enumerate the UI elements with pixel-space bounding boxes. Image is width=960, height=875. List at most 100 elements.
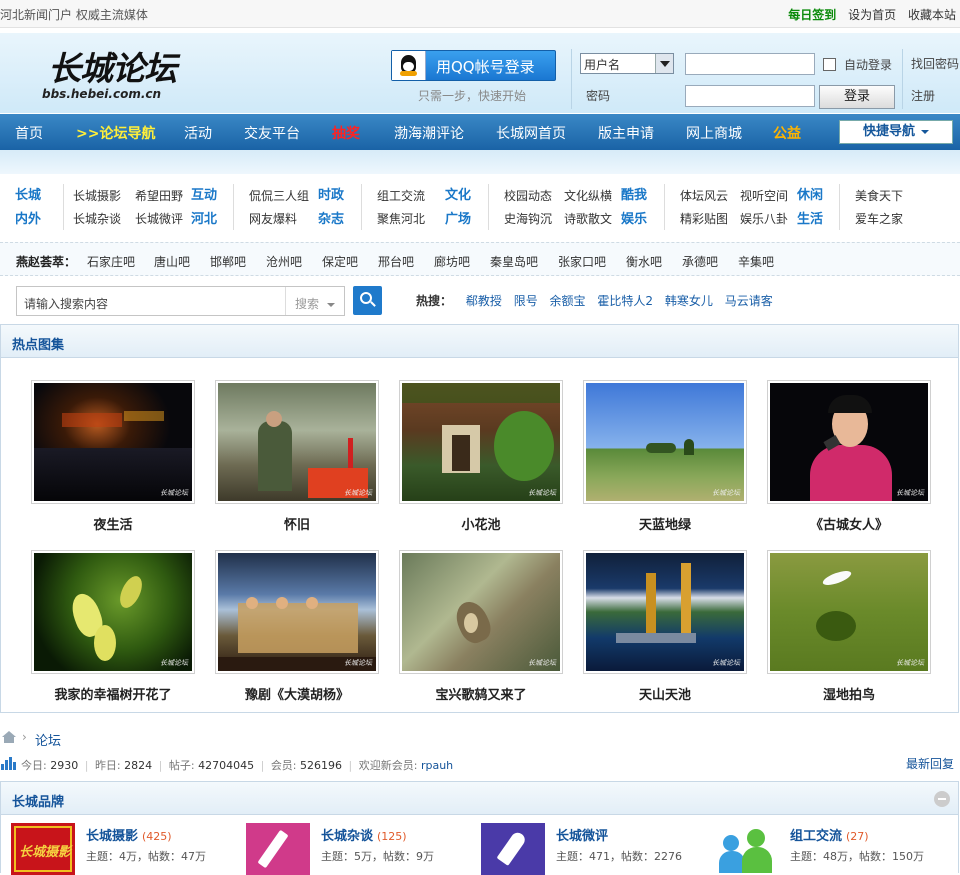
hot-search-link[interactable]: 余额宝	[550, 294, 586, 308]
category-title[interactable]: 休闲 生活	[797, 184, 831, 232]
register-link[interactable]: 注册	[911, 87, 935, 104]
nav-item-lottery[interactable]: 抽奖	[332, 123, 360, 143]
gallery-caption[interactable]: 天蓝地绿	[583, 514, 747, 533]
gallery-thumb-thrush[interactable]: 长城论坛	[399, 550, 563, 674]
forum-link[interactable]: 网友爆料	[249, 210, 297, 227]
latest-reply-link[interactable]: 最新回复	[906, 755, 954, 772]
forum-name[interactable]: 组工交流	[790, 829, 842, 844]
forum-link[interactable]: 侃侃三人组	[249, 187, 309, 204]
forum-name[interactable]: 长城摄影	[86, 829, 138, 844]
hot-search-link[interactable]: 郗教授	[466, 294, 502, 308]
forum-link[interactable]: 爱车之家	[855, 210, 903, 227]
forum-link[interactable]: 希望田野	[135, 187, 183, 204]
forum-link[interactable]: 诗歌散文	[564, 210, 612, 227]
category-title[interactable]: 互动 河北	[191, 184, 225, 232]
category-title[interactable]: 长城 内外	[15, 184, 49, 232]
gallery-thumb-happy-tree[interactable]: 长城论坛	[31, 550, 195, 674]
city-bar-link[interactable]: 石家庄吧	[87, 253, 135, 270]
search-input[interactable]: 请输入搜索内容	[24, 295, 108, 312]
logo-text: 长城论坛	[48, 49, 177, 88]
gallery-caption[interactable]: 湿地拍鸟	[767, 684, 931, 703]
nav-item-home[interactable]: 首页	[15, 123, 43, 143]
city-bar-link[interactable]: 秦皇岛吧	[490, 253, 538, 270]
gallery-caption[interactable]: 小花池	[399, 514, 563, 533]
gallery-thumb-nostalgia[interactable]: 长城论坛	[215, 380, 379, 504]
username-type-select[interactable]: 用户名	[580, 53, 674, 74]
gallery-caption[interactable]: 夜生活	[31, 514, 195, 533]
gallery-caption[interactable]: 天山天池	[583, 684, 747, 703]
login-button[interactable]: 登录	[819, 85, 895, 109]
gallery-thumb-blue-sky[interactable]: 长城论坛	[583, 380, 747, 504]
hot-search-link[interactable]: 霍比特人2	[597, 294, 653, 308]
forum-link[interactable]: 体坛风云	[680, 187, 728, 204]
password-input[interactable]	[685, 85, 815, 107]
nav-item-dating[interactable]: 交友平台	[244, 123, 300, 143]
newest-member-link[interactable]: rpauh	[421, 759, 453, 772]
gallery-caption[interactable]: 《古城女人》	[767, 514, 931, 533]
gallery-caption[interactable]: 怀旧	[215, 514, 379, 533]
divider	[63, 184, 64, 230]
forum-link[interactable]: 长城微评	[135, 210, 183, 227]
hot-search-link[interactable]: 限号	[514, 294, 538, 308]
daily-checkin-link[interactable]: 每日签到	[788, 8, 836, 22]
forum-link[interactable]: 长城杂谈	[73, 210, 121, 227]
search-box[interactable]: 请输入搜索内容 搜索	[16, 286, 345, 316]
forum-link[interactable]: 史海钩沉	[504, 210, 552, 227]
forum-link[interactable]: 娱乐八卦	[740, 210, 788, 227]
auto-login-checkbox[interactable]	[823, 58, 836, 71]
gallery-thumb-wetland-bird[interactable]: 长城论坛	[767, 550, 931, 674]
nav-item-moderator-apply[interactable]: 版主申请	[598, 123, 654, 143]
forum-link[interactable]: 校园动态	[504, 187, 552, 204]
city-bar-link[interactable]: 沧州吧	[266, 253, 302, 270]
collapse-icon[interactable]	[934, 791, 950, 807]
forum-link[interactable]: 组工交流	[377, 187, 425, 204]
forum-link[interactable]: 精彩贴图	[680, 210, 728, 227]
forum-link[interactable]: 视听空间	[740, 187, 788, 204]
forum-link[interactable]: 美食天下	[855, 187, 903, 204]
username-input[interactable]	[685, 53, 815, 75]
nav-item-charity[interactable]: 公益	[773, 123, 801, 143]
forum-name[interactable]: 长城杂谈	[321, 829, 373, 844]
city-bar-link[interactable]: 邢台吧	[378, 253, 414, 270]
nav-item-shop[interactable]: 网上商城	[686, 123, 742, 143]
city-bar-link[interactable]: 邯郸吧	[210, 253, 246, 270]
gallery-caption[interactable]: 豫剧《大漠胡杨》	[215, 684, 379, 703]
category-title[interactable]: 时政 杂志	[318, 184, 352, 232]
quick-nav-button[interactable]: 快捷导航	[839, 120, 953, 144]
city-bar-link[interactable]: 唐山吧	[154, 253, 190, 270]
set-homepage-link[interactable]: 设为首页	[848, 8, 896, 22]
breadcrumb-current[interactable]: 论坛	[35, 730, 61, 749]
city-bar-link[interactable]: 辛集吧	[738, 253, 774, 270]
gallery-thumb-ancient-city-woman[interactable]: 长城论坛	[767, 380, 931, 504]
find-password-link[interactable]: 找回密码	[911, 55, 959, 72]
home-icon[interactable]	[2, 731, 16, 743]
city-bar-link[interactable]: 廊坊吧	[434, 253, 470, 270]
hot-search-link[interactable]: 韩寒女儿	[665, 294, 713, 308]
category-title[interactable]: 文化 广场	[445, 184, 479, 232]
forum-link[interactable]: 长城摄影	[73, 187, 121, 204]
site-logo[interactable]: 长城论坛 bbs.hebei.com.cn	[42, 49, 177, 102]
forum-link[interactable]: 聚焦河北	[377, 210, 425, 227]
forum-name[interactable]: 长城微评	[556, 829, 608, 844]
gallery-thumb-night-life[interactable]: 长城论坛	[31, 380, 195, 504]
nav-item-forum-nav[interactable]: >>论坛导航	[76, 123, 155, 143]
gallery-thumb-opera[interactable]: 长城论坛	[215, 550, 379, 674]
nav-item-events[interactable]: 活动	[184, 123, 212, 143]
qq-login-button[interactable]: 用QQ帐号登录	[391, 50, 556, 81]
category-title[interactable]: 酷我 娱乐	[621, 184, 655, 232]
bookmark-link[interactable]: 收藏本站	[908, 8, 956, 22]
city-bar-link[interactable]: 张家口吧	[558, 253, 606, 270]
hot-search-link[interactable]: 马云请客	[725, 294, 773, 308]
gallery-thumb-tianchi[interactable]: 长城论坛	[583, 550, 747, 674]
city-bar-link[interactable]: 承德吧	[682, 253, 718, 270]
gallery-caption[interactable]: 宝兴歌鸫又来了	[399, 684, 563, 703]
search-type-select[interactable]: 搜索	[295, 295, 336, 312]
nav-item-hebei-home[interactable]: 长城网首页	[496, 123, 566, 143]
city-bar-link[interactable]: 保定吧	[322, 253, 358, 270]
gallery-caption[interactable]: 我家的幸福树开花了	[31, 684, 195, 703]
gallery-thumb-flower-pond[interactable]: 长城论坛	[399, 380, 563, 504]
search-button[interactable]	[353, 286, 382, 315]
nav-item-bohai-review[interactable]: 渤海潮评论	[394, 123, 464, 143]
city-bar-link[interactable]: 衡水吧	[626, 253, 662, 270]
forum-link[interactable]: 文化纵横	[564, 187, 612, 204]
